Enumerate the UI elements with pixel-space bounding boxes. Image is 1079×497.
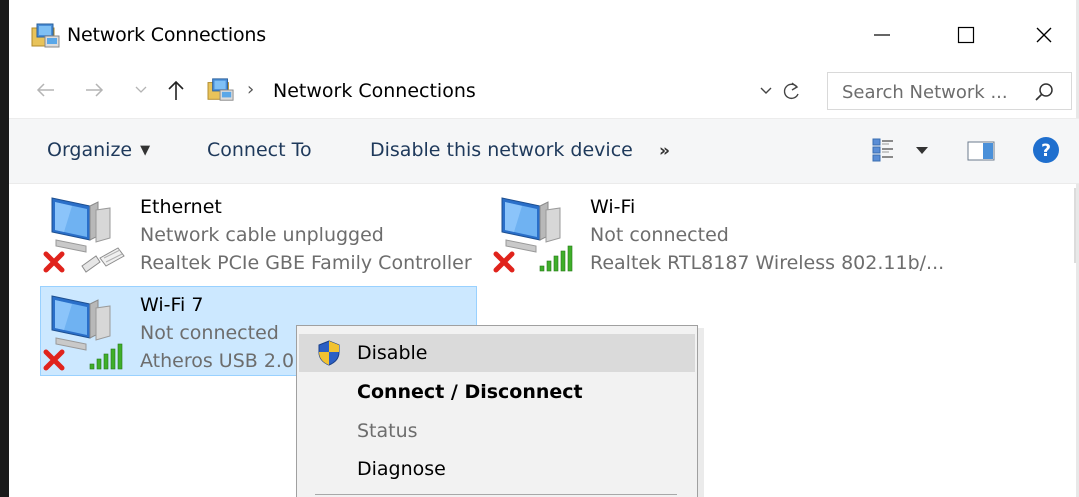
recent-locations-button[interactable]	[133, 76, 149, 104]
title-bar[interactable]: Network Connections	[9, 0, 1079, 68]
caret-down-icon[interactable]	[916, 147, 928, 155]
disable-device-button[interactable]: Disable this network device	[370, 139, 633, 161]
context-menu: Disable Connect / Disconnect Status Diag…	[296, 325, 698, 497]
caret-down-icon: ▼	[140, 143, 151, 158]
network-folder-icon	[31, 23, 60, 48]
connection-device: Atheros USB 2.0 W	[140, 350, 300, 372]
refresh-icon[interactable]	[781, 80, 803, 102]
minimize-icon	[874, 34, 890, 36]
preview-pane-icon[interactable]	[967, 141, 995, 161]
command-bar: Organize ▼ Connect To Disable this networ…	[9, 118, 1079, 184]
search-icon[interactable]	[1033, 81, 1055, 103]
search-input[interactable]	[842, 80, 1022, 104]
disconnected-x-icon	[493, 251, 515, 273]
arrow-right-icon	[86, 83, 104, 97]
organize-label: Organize	[47, 139, 133, 161]
connection-device: Realtek RTL8187 Wireless 802.11b/...	[590, 252, 945, 274]
window-left-border	[0, 0, 9, 497]
arrow-up-icon	[168, 80, 184, 100]
menu-item-status[interactable]: Status	[299, 412, 695, 450]
connection-wifi[interactable]: Wi-Fi Not connected Realtek RTL8187 Wire…	[490, 188, 944, 278]
menu-item-label: Status	[357, 420, 418, 442]
organize-button[interactable]: Organize ▼	[47, 139, 150, 161]
ethernet-cable-icon	[81, 247, 125, 273]
search-box[interactable]	[827, 72, 1072, 110]
menu-item-label: Connect / Disconnect	[357, 381, 583, 403]
menu-item-disable[interactable]: Disable	[299, 334, 695, 372]
connection-status: Not connected	[590, 224, 729, 246]
maximize-button[interactable]	[936, 14, 996, 56]
menu-separator	[315, 494, 677, 495]
help-icon[interactable]: ?	[1032, 136, 1060, 164]
more-commands-button[interactable]: »	[659, 141, 670, 161]
connection-name: Wi-Fi 7	[140, 294, 204, 316]
menu-item-label: Diagnose	[357, 458, 446, 480]
menu-item-connect-disconnect[interactable]: Connect / Disconnect	[299, 373, 695, 411]
maximize-icon	[957, 26, 975, 44]
svg-text:?: ?	[1041, 141, 1051, 161]
window-title: Network Connections	[67, 24, 266, 46]
network-folder-icon	[207, 78, 234, 101]
signal-bars-icon	[89, 343, 123, 370]
connection-status: Network cable unplugged	[140, 224, 384, 246]
up-button[interactable]	[165, 76, 187, 104]
close-icon	[1036, 27, 1052, 43]
view-options-icon[interactable]	[871, 137, 897, 163]
forward-button[interactable]	[81, 76, 107, 104]
disconnected-x-icon	[43, 251, 65, 273]
connection-ethernet[interactable]: Ethernet Network cable unplugged Realtek…	[40, 188, 477, 278]
back-button[interactable]	[33, 76, 59, 104]
menu-item-label: Disable	[357, 342, 428, 364]
arrow-left-icon	[36, 83, 54, 97]
breadcrumb-network-connections[interactable]: Network Connections	[273, 80, 476, 102]
scrollbar-track[interactable]	[1074, 188, 1076, 263]
address-bar[interactable]: › Network Connections	[201, 72, 812, 108]
connection-device: Realtek PCIe GBE Family Controller	[140, 252, 472, 274]
connection-name: Wi-Fi	[590, 196, 636, 218]
disconnected-x-icon	[43, 349, 65, 371]
network-connections-window: Network Connections › Network Connection…	[0, 0, 1079, 497]
chevron-down-icon	[135, 86, 147, 93]
close-button[interactable]	[1014, 14, 1074, 56]
minimize-button[interactable]	[852, 14, 912, 56]
connection-status: Not connected	[140, 322, 279, 344]
connect-to-button[interactable]: Connect To	[207, 139, 312, 161]
uac-shield-icon	[318, 340, 340, 366]
menu-item-diagnose[interactable]: Diagnose	[299, 450, 695, 488]
chevron-down-icon[interactable]	[759, 84, 773, 98]
navigation-bar: › Network Connections	[9, 68, 1079, 112]
connection-name: Ethernet	[140, 196, 222, 218]
breadcrumb-separator[interactable]: ›	[247, 79, 254, 100]
signal-bars-icon	[539, 245, 573, 272]
